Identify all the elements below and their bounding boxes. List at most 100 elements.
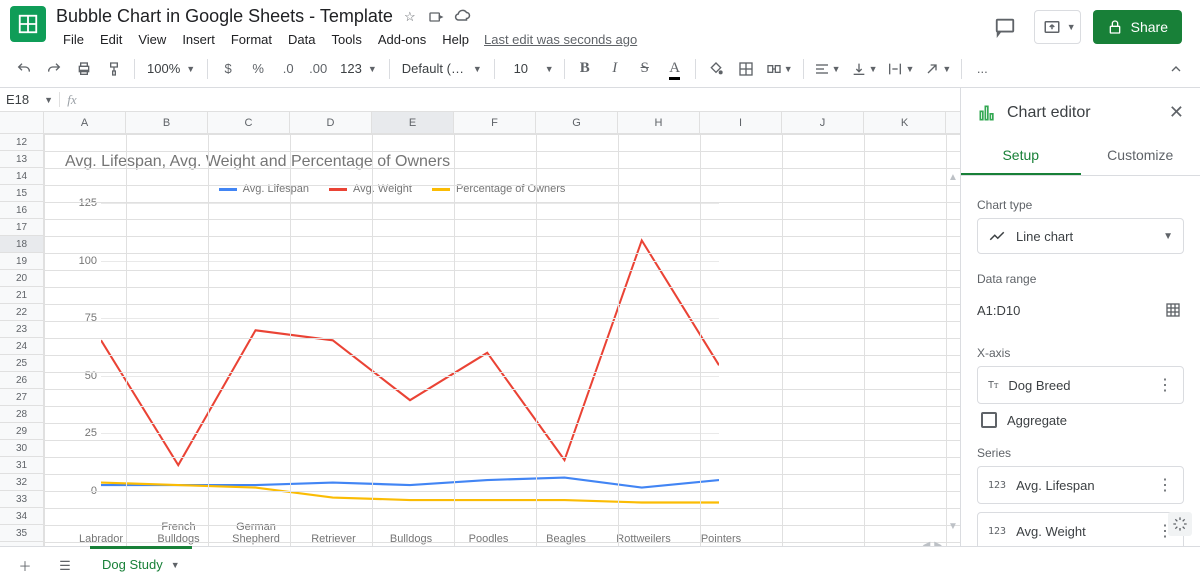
decrease-decimal-button[interactable]: .0 bbox=[274, 55, 302, 83]
print-button[interactable] bbox=[70, 55, 98, 83]
italic-button[interactable]: I bbox=[601, 55, 629, 83]
select-range-button[interactable] bbox=[1162, 299, 1184, 321]
data-range-value[interactable]: A1:D10 bbox=[977, 303, 1020, 318]
menu-edit[interactable]: Edit bbox=[93, 29, 129, 50]
sheet-tab-active[interactable]: Dog Study▼ bbox=[90, 551, 192, 581]
star-icon[interactable]: ☆ bbox=[401, 8, 419, 26]
row-header-16[interactable]: 16 bbox=[0, 202, 43, 219]
paint-format-button[interactable] bbox=[100, 55, 128, 83]
menu-data[interactable]: Data bbox=[281, 29, 322, 50]
col-header-A[interactable]: A bbox=[44, 112, 126, 133]
add-sheet-button[interactable]: ＋ bbox=[10, 551, 40, 581]
vertical-scrollbar[interactable]: ▲▼ bbox=[946, 172, 960, 532]
rotate-button[interactable]: ▼ bbox=[920, 55, 955, 83]
row-header-13[interactable]: 13 bbox=[0, 151, 43, 168]
sheets-logo[interactable] bbox=[10, 6, 46, 42]
col-header-G[interactable]: G bbox=[536, 112, 618, 133]
h-align-button[interactable]: ▼ bbox=[810, 55, 845, 83]
menu-addons[interactable]: Add-ons bbox=[371, 29, 433, 50]
row-header-34[interactable]: 34 bbox=[0, 508, 43, 525]
menu-view[interactable]: View bbox=[131, 29, 173, 50]
fill-color-button[interactable] bbox=[702, 55, 730, 83]
more-icon[interactable]: ⋮ bbox=[1157, 375, 1173, 395]
column-headers[interactable]: ABCDEFGHIJK bbox=[44, 112, 960, 134]
chart-type-select[interactable]: Line chart▼ bbox=[977, 218, 1184, 254]
more-formats-button[interactable]: 123▼ bbox=[334, 61, 383, 76]
font-select[interactable]: Default (Ari...▼ bbox=[396, 61, 488, 76]
close-icon[interactable]: ✕ bbox=[1169, 102, 1184, 123]
menu-tools[interactable]: Tools bbox=[324, 29, 368, 50]
col-header-J[interactable]: J bbox=[782, 112, 864, 133]
wrap-button[interactable]: ▼ bbox=[883, 55, 918, 83]
col-header-K[interactable]: K bbox=[864, 112, 946, 133]
share-button[interactable]: Share bbox=[1093, 10, 1182, 44]
col-header-D[interactable]: D bbox=[290, 112, 372, 133]
row-headers[interactable]: 1213141516171819202122232425262728293031… bbox=[0, 134, 44, 552]
row-header-24[interactable]: 24 bbox=[0, 338, 43, 355]
bold-button[interactable]: B bbox=[571, 55, 599, 83]
font-size-select[interactable]: 10 bbox=[501, 61, 541, 76]
row-header-17[interactable]: 17 bbox=[0, 219, 43, 236]
text-color-button[interactable]: A bbox=[661, 55, 689, 83]
menu-format[interactable]: Format bbox=[224, 29, 279, 50]
percent-button[interactable]: % bbox=[244, 55, 272, 83]
row-header-14[interactable]: 14 bbox=[0, 168, 43, 185]
menu-insert[interactable]: Insert bbox=[175, 29, 222, 50]
col-header-C[interactable]: C bbox=[208, 112, 290, 133]
collapse-toolbar-button[interactable] bbox=[1162, 55, 1190, 83]
row-header-31[interactable]: 31 bbox=[0, 457, 43, 474]
undo-button[interactable] bbox=[10, 55, 38, 83]
row-header-15[interactable]: 15 bbox=[0, 185, 43, 202]
row-header-19[interactable]: 19 bbox=[0, 253, 43, 270]
move-icon[interactable] bbox=[427, 8, 445, 26]
col-header-F[interactable]: F bbox=[454, 112, 536, 133]
present-button[interactable]: ▼ bbox=[1034, 10, 1081, 44]
col-header-I[interactable]: I bbox=[700, 112, 782, 133]
series-item[interactable]: 123Avg. Weight⋮ bbox=[977, 512, 1184, 550]
explore-button[interactable] bbox=[1168, 512, 1192, 536]
v-align-button[interactable]: ▼ bbox=[847, 55, 882, 83]
row-header-21[interactable]: 21 bbox=[0, 287, 43, 304]
increase-decimal-button[interactable]: .00 bbox=[304, 55, 332, 83]
cells-grid[interactable]: Avg. Lifespan, Avg. Weight and Percentag… bbox=[44, 134, 960, 552]
more-icon[interactable]: ⋮ bbox=[1157, 475, 1173, 495]
xaxis-field[interactable]: Tᴛ Dog Breed ⋮ bbox=[977, 366, 1184, 404]
document-title[interactable]: Bubble Chart in Google Sheets - Template bbox=[56, 6, 393, 27]
zoom-select[interactable]: 100%▼ bbox=[141, 61, 201, 76]
row-header-28[interactable]: 28 bbox=[0, 406, 43, 423]
formula-bar[interactable] bbox=[84, 88, 960, 111]
row-header-20[interactable]: 20 bbox=[0, 270, 43, 287]
aggregate-checkbox[interactable]: Aggregate bbox=[981, 412, 1184, 428]
menu-help[interactable]: Help bbox=[435, 29, 476, 50]
tab-customize[interactable]: Customize bbox=[1081, 137, 1200, 175]
more-toolbar-button[interactable]: ... bbox=[968, 55, 996, 83]
row-header-32[interactable]: 32 bbox=[0, 474, 43, 491]
row-header-26[interactable]: 26 bbox=[0, 372, 43, 389]
row-header-35[interactable]: 35 bbox=[0, 525, 43, 542]
select-all-corner[interactable] bbox=[0, 112, 44, 134]
row-header-22[interactable]: 22 bbox=[0, 304, 43, 321]
series-item[interactable]: 123Avg. Lifespan⋮ bbox=[977, 466, 1184, 504]
currency-button[interactable]: $ bbox=[214, 55, 242, 83]
menu-file[interactable]: File bbox=[56, 29, 91, 50]
row-header-27[interactable]: 27 bbox=[0, 389, 43, 406]
row-header-29[interactable]: 29 bbox=[0, 423, 43, 440]
row-header-30[interactable]: 30 bbox=[0, 440, 43, 457]
cloud-status-icon[interactable] bbox=[453, 8, 471, 26]
row-header-33[interactable]: 33 bbox=[0, 491, 43, 508]
merge-button[interactable]: ▼ bbox=[762, 55, 797, 83]
col-header-B[interactable]: B bbox=[126, 112, 208, 133]
strikethrough-button[interactable]: S bbox=[631, 55, 659, 83]
borders-button[interactable] bbox=[732, 55, 760, 83]
row-header-18[interactable]: 18 bbox=[0, 236, 43, 253]
row-header-25[interactable]: 25 bbox=[0, 355, 43, 372]
tab-setup[interactable]: Setup bbox=[961, 137, 1081, 175]
last-edit-link[interactable]: Last edit was seconds ago bbox=[484, 32, 637, 47]
comments-button[interactable] bbox=[988, 10, 1022, 44]
all-sheets-button[interactable]: ☰ bbox=[50, 551, 80, 581]
row-header-12[interactable]: 12 bbox=[0, 134, 43, 151]
col-header-H[interactable]: H bbox=[618, 112, 700, 133]
name-box[interactable]: E18▼ bbox=[0, 92, 60, 107]
col-header-E[interactable]: E bbox=[372, 112, 454, 133]
redo-button[interactable] bbox=[40, 55, 68, 83]
